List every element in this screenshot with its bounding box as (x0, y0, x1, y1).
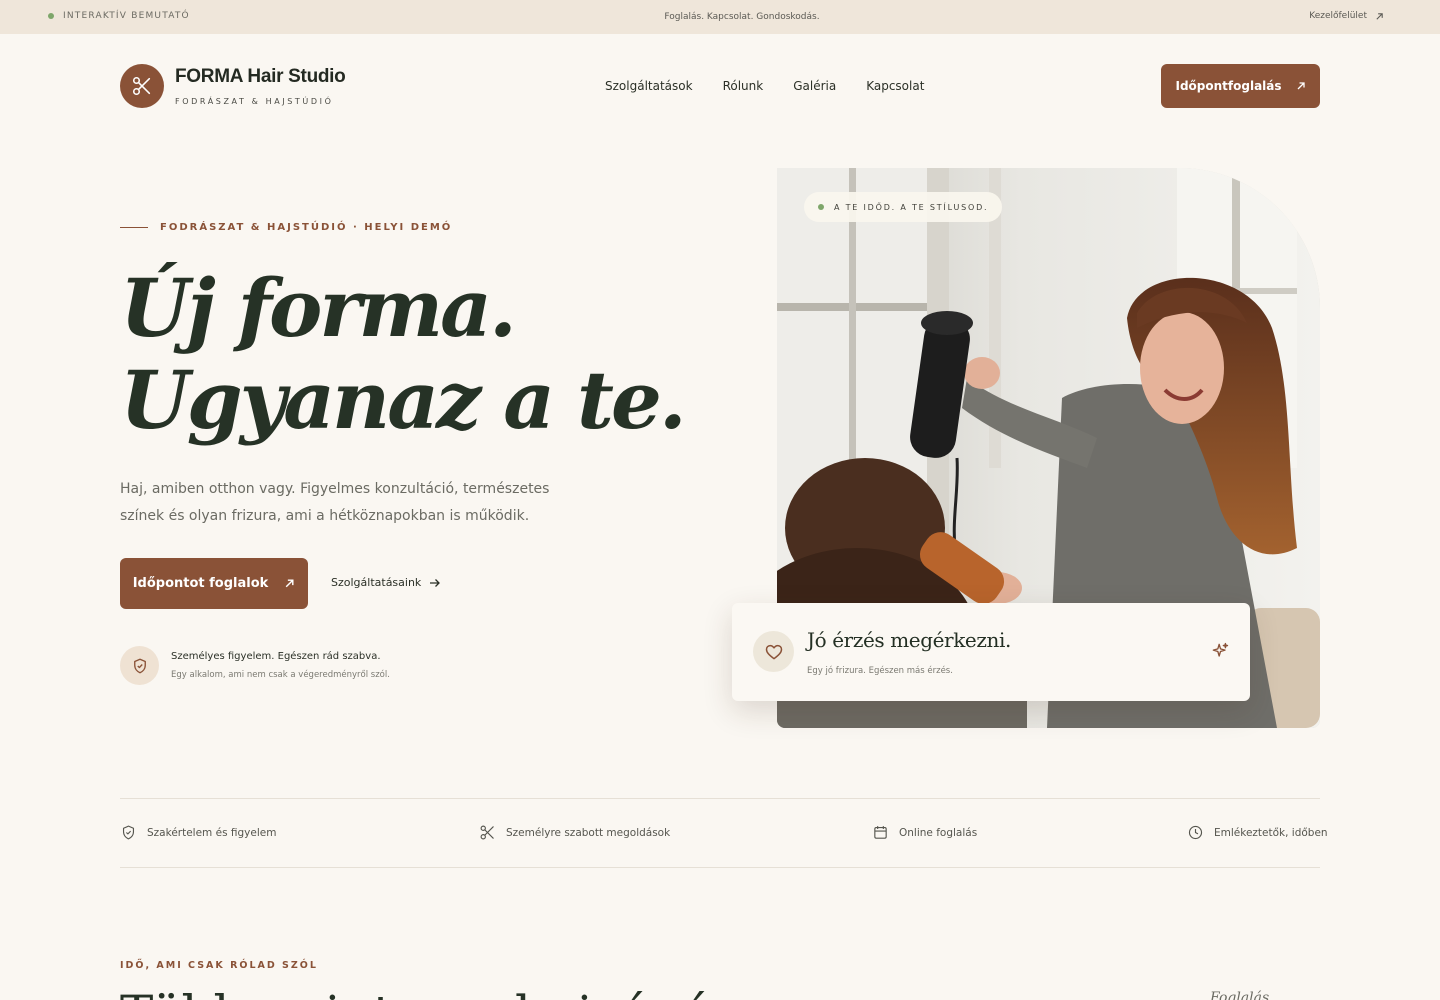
nav-item-contact[interactable]: Kapcsolat (866, 79, 924, 93)
main-nav: Szolgáltatások Rólunk Galéria Kapcsolat (605, 79, 924, 93)
headline-line-2: Ugyanaz a te. (120, 353, 687, 447)
features-top-divider (120, 798, 1320, 799)
hero-lead: Haj, amiben otthon vagy. Figyelmes konzu… (120, 481, 550, 524)
sparkle-icon (1212, 642, 1229, 657)
care-note-subtitle: Egy alkalom, ami nem csak a végeredményr… (171, 670, 390, 680)
admin-link-label: Kezelőfelület (1309, 11, 1367, 21)
demo-banner: INTERAKTÍV BEMUTATÓ Foglalás. Kapcsolat.… (0, 0, 1440, 34)
arrow-right-icon (430, 578, 441, 587)
admin-link[interactable]: Kezelőfelület (1309, 11, 1384, 21)
section-eyebrow: IDŐ, AMI CSAK RÓLAD SZÓL (120, 960, 318, 971)
feature-personalized-label: Személyre szabott megoldások (506, 826, 671, 839)
clock-icon (1188, 825, 1203, 840)
section-heading: Több, mint egy hajvágás (120, 984, 738, 1000)
brand-subtitle: FODRÁSZAT & HAJSTÚDIÓ (175, 97, 334, 106)
scissors-icon (480, 825, 494, 840)
book-appointment-label: Időpontot foglalok (132, 576, 269, 591)
welcome-card-title: Jó érzés megérkezni. (807, 628, 1011, 652)
services-link[interactable]: Szolgáltatásaink (331, 576, 441, 589)
header-booking-button[interactable]: Időpontfoglalás (1161, 64, 1320, 108)
nav-item-gallery[interactable]: Galéria (793, 79, 836, 93)
care-note-title: Személyes figyelem. Egészen rád szabva. (171, 651, 381, 662)
logo[interactable] (120, 64, 164, 108)
style-pill: A TE IDŐD. A TE STÍLUSOD. (804, 192, 1003, 222)
shield-check-icon (122, 825, 135, 840)
feature-reminders: Emlékeztetők, időben (1187, 824, 1328, 841)
scissors-icon (132, 76, 151, 96)
calendar-icon (874, 826, 887, 839)
hero-headline: Új forma. Ugyanaz a te. (120, 261, 687, 447)
banner-tagline: Foglalás. Kapcsolat. Gondoskodás. (664, 12, 820, 22)
style-pill-label: A TE IDŐD. A TE STÍLUSOD. (834, 202, 989, 212)
hero-eyebrow: FODRÁSZAT & HAJSTÚDIÓ · HELYI DEMÓ (120, 222, 452, 233)
hero-eyebrow-label: FODRÁSZAT & HAJSTÚDIÓ · HELYI DEMÓ (160, 222, 453, 233)
status-dot-icon (818, 204, 824, 210)
personal-care-badge (120, 646, 159, 685)
feature-expertise-label: Szakértelem és figyelem (147, 826, 277, 839)
features-bottom-divider (120, 867, 1320, 868)
services-link-label: Szolgáltatásaink (331, 576, 422, 589)
shield-check-icon (133, 658, 146, 673)
welcome-card: Jó érzés megérkezni. Egy jó frizura. Egé… (732, 603, 1250, 701)
arrow-up-right-icon (285, 579, 294, 588)
arrow-up-right-icon (1376, 12, 1383, 20)
feature-online-booking: Online foglalás (872, 824, 977, 841)
nav-item-services[interactable]: Szolgáltatások (605, 79, 693, 93)
feature-reminders-label: Emlékeztetők, időben (1214, 826, 1328, 839)
arrow-up-right-icon (1297, 82, 1305, 90)
brand-name[interactable]: FORMA Hair Studio (175, 66, 346, 88)
section-side-text: Foglalás (1210, 990, 1270, 1000)
headline-line-1: Új forma. (120, 261, 517, 355)
eyebrow-divider (120, 227, 148, 228)
welcome-card-subtitle: Egy jó frizura. Egészen más érzés. (807, 666, 953, 676)
book-appointment-button[interactable]: Időpontot foglalok (120, 558, 308, 609)
heart-icon (765, 644, 782, 659)
nav-item-about[interactable]: Rólunk (723, 79, 764, 93)
heart-badge (753, 631, 794, 672)
feature-expertise: Szakértelem és figyelem (120, 824, 276, 841)
feature-online-booking-label: Online foglalás (899, 826, 978, 839)
feature-personalized: Személyre szabott megoldások (479, 824, 670, 841)
header-booking-label: Időpontfoglalás (1175, 79, 1282, 93)
